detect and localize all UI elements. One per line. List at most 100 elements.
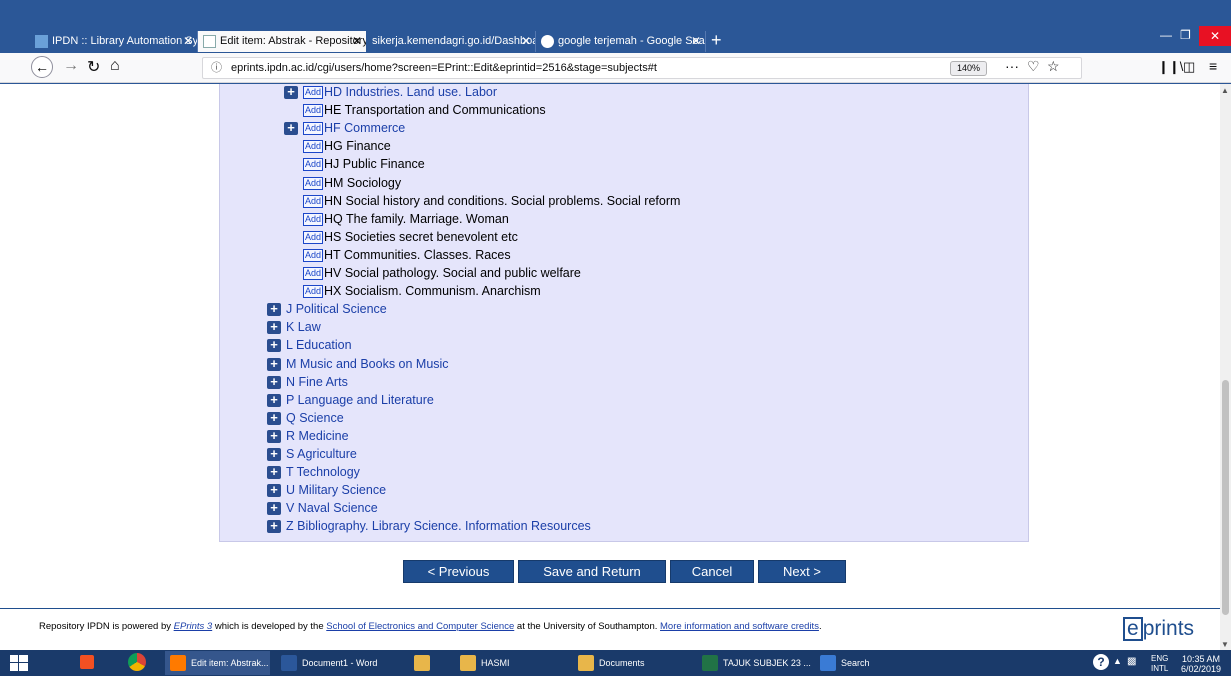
zoom-level-button[interactable]: 140% (950, 61, 988, 76)
subject-label: HV Social pathology. Social and public w… (324, 266, 581, 280)
page-favicon-icon (35, 35, 48, 48)
expand-plus-icon[interactable]: + (267, 338, 281, 353)
windows-start-icon[interactable] (10, 655, 28, 671)
taskbar-item[interactable]: Documents (573, 651, 688, 675)
expand-plus-icon[interactable]: + (267, 429, 281, 443)
add-subject-button[interactable]: Add (303, 230, 324, 244)
cancel-button[interactable]: Cancel (670, 560, 754, 583)
google-icon (541, 35, 554, 48)
expand-plus-icon[interactable]: + (267, 447, 281, 461)
minimize-icon[interactable]: — (1160, 28, 1172, 42)
subject-link[interactable]: HD Industries. Land use. Labor (324, 84, 497, 101)
subject-link[interactable]: Z Bibliography. Library Science. Informa… (286, 518, 591, 535)
vertical-scrollbar[interactable]: ▲ ▼ (1220, 84, 1231, 650)
add-subject-button[interactable]: Add (303, 86, 324, 99)
subject-link[interactable]: N Fine Arts (286, 374, 348, 391)
page-actions-icon[interactable]: ··· (1005, 58, 1019, 74)
add-subject-button[interactable]: Add (303, 140, 324, 154)
taskbar-item[interactable]: Edit item: Abstrak... (165, 651, 270, 675)
subject-link[interactable]: T Technology (286, 464, 360, 481)
tab-ipdn-library[interactable]: IPDN :: Library Automation Sys ✕ (30, 31, 198, 52)
subject-link[interactable]: R Medicine (286, 428, 349, 445)
add-subject-button[interactable]: Add (303, 158, 324, 172)
media-player-icon[interactable] (80, 655, 94, 669)
close-icon[interactable]: ✕ (183, 31, 193, 52)
save-and-return-button[interactable]: Save and Return (518, 560, 666, 583)
expand-plus-icon[interactable]: + (267, 465, 281, 480)
previous-button[interactable]: < Previous (403, 560, 514, 583)
taskbar-item[interactable]: Search (815, 651, 885, 675)
back-button[interactable]: ← (31, 56, 53, 78)
footer-text: Repository IPDN is powered by (39, 621, 174, 632)
new-tab-button[interactable]: + (711, 30, 722, 51)
taskbar-item[interactable]: TAJUK SUBJEK 23 ... (697, 651, 811, 675)
add-subject-button[interactable]: Add (303, 122, 324, 136)
subject-link[interactable]: U Military Science (286, 482, 386, 499)
expand-plus-icon[interactable]: + (267, 501, 281, 516)
expand-plus-icon[interactable]: + (284, 121, 298, 136)
scroll-up-icon[interactable]: ▲ (1221, 86, 1229, 95)
taskbar-clock[interactable]: 10:35 AM 6/02/2019 (1181, 654, 1221, 674)
school-link[interactable]: School of Electronics and Computer Scien… (326, 621, 514, 632)
tab-google-search[interactable]: google terjemah - Google Sear ✕ (536, 31, 706, 52)
subject-link[interactable]: J Political Science (286, 301, 387, 318)
expand-plus-icon[interactable]: + (267, 393, 281, 407)
close-icon[interactable]: ✕ (691, 31, 701, 52)
subject-link[interactable]: M Music and Books on Music (286, 356, 449, 373)
forward-icon[interactable]: → (63, 57, 79, 75)
add-subject-button[interactable]: Add (303, 212, 324, 226)
close-icon[interactable]: ✕ (521, 31, 531, 52)
add-subject-button[interactable]: Add (303, 176, 324, 190)
credits-link[interactable]: More information and software credits (660, 621, 819, 632)
info-icon[interactable]: ⓘ (211, 58, 222, 78)
expand-plus-icon[interactable]: + (267, 519, 281, 534)
add-subject-button[interactable]: Add (303, 248, 324, 262)
expand-plus-icon[interactable]: + (267, 357, 281, 371)
tab-edit-item[interactable]: Edit item: Abstrak - Repository ✕ (198, 31, 366, 52)
subject-link[interactable]: L Education (286, 337, 352, 354)
add-subject-button[interactable]: Add (303, 104, 324, 118)
clock-time: 10:35 AM (1182, 654, 1221, 664)
tray-expand-icon[interactable]: ▲ (1113, 656, 1122, 666)
taskbar-item[interactable] (409, 651, 449, 675)
language-indicator[interactable]: ENG INTL (1151, 654, 1168, 674)
expand-plus-icon[interactable]: + (267, 320, 281, 335)
subject-link[interactable]: V Naval Science (286, 500, 378, 517)
restore-icon[interactable]: ❐ (1180, 28, 1191, 42)
expand-plus-icon[interactable]: + (267, 411, 281, 425)
sidebar-icon[interactable]: ◫ (1183, 59, 1195, 75)
add-subject-button[interactable]: Add (303, 194, 324, 208)
expand-plus-icon[interactable]: + (267, 375, 281, 389)
taskbar-item[interactable]: Document1 - Word (276, 651, 398, 675)
help-icon[interactable]: ? (1093, 654, 1109, 670)
reload-icon[interactable]: ↻ (87, 57, 100, 77)
pocket-icon[interactable]: ♡ (1027, 58, 1040, 75)
subject-link[interactable]: HF Commerce (324, 120, 405, 137)
bookmark-star-icon[interactable]: ☆ (1047, 58, 1060, 75)
taskbar-item[interactable]: HASMI (455, 651, 567, 675)
menu-icon[interactable]: ≡ (1209, 58, 1217, 74)
add-subject-button[interactable]: Add (303, 285, 324, 299)
library-icon[interactable]: ❙❙\ (1158, 59, 1183, 75)
chrome-icon[interactable] (128, 653, 146, 671)
expand-plus-icon[interactable]: + (267, 483, 281, 498)
home-icon[interactable]: ⌂ (110, 57, 120, 75)
next-button[interactable]: Next > (758, 560, 846, 583)
subject-link[interactable]: Q Science (286, 410, 344, 427)
subject-link[interactable]: S Agriculture (286, 446, 357, 463)
subject-link[interactable]: K Law (286, 319, 321, 336)
network-icon[interactable]: ▩ (1127, 656, 1136, 667)
eprints-link[interactable]: EPrints 3 (174, 621, 213, 632)
subject-label: HS Societies secret benevolent etc (324, 229, 518, 244)
add-subject-button[interactable]: Add (303, 267, 324, 280)
subject-link[interactable]: P Language and Literature (286, 392, 434, 409)
window-close-button[interactable]: ✕ (1199, 26, 1231, 46)
subject-row: Add HJ Public Finance (284, 156, 984, 173)
scroll-down-icon[interactable]: ▼ (1221, 640, 1229, 649)
tab-sikerja[interactable]: sikerja.kemendagri.go.id/Dashboar ✕ (366, 31, 536, 52)
eprints-logo[interactable]: e prints (1123, 617, 1194, 641)
close-icon[interactable]: ✕ (352, 31, 362, 52)
expand-plus-icon[interactable]: + (284, 85, 298, 99)
scrollbar-thumb[interactable] (1222, 380, 1229, 615)
expand-plus-icon[interactable]: + (267, 302, 281, 317)
